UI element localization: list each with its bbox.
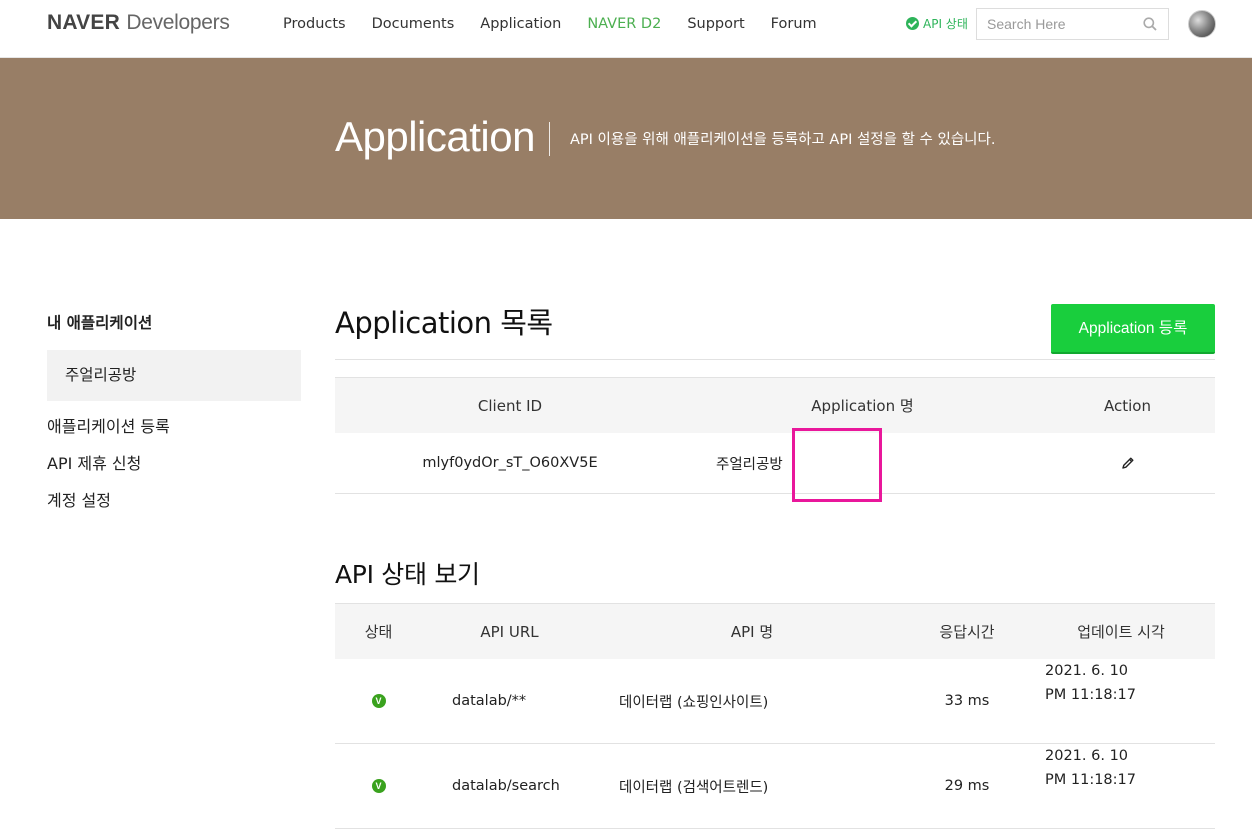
hero-title: Application — [335, 113, 535, 160]
status-cell: V — [335, 744, 422, 828]
api-url-cell: datalab/** — [452, 693, 527, 709]
sidebar-title: 내 애플리케이션 — [47, 314, 153, 332]
sidebar-item-jewelry-workshop[interactable]: 주얼리공방 — [47, 350, 301, 401]
client-id-cell: mlyf0ydOr_sT_O60XV5E — [422, 455, 598, 471]
api-status-link[interactable]: API 상태 — [906, 15, 968, 32]
updated-time: PM 11:18:17 — [1045, 687, 1136, 703]
naver-developers-logo[interactable]: NAVER Developers — [47, 10, 230, 35]
sidebar: 내 애플리케이션 주얼리공방 애플리케이션 등록 API 제휴 신청 계정 설정 — [47, 312, 301, 519]
sidebar-item-api-partnership[interactable]: API 제휴 신청 — [47, 445, 301, 482]
api-name-cell: 데이터랩 (검색어트렌드) — [619, 779, 769, 796]
application-table-header: Client ID Application 명 Action — [335, 377, 1215, 433]
response-time-cell: 33 ms — [944, 693, 990, 709]
column-api-url: API URL — [480, 622, 539, 641]
nav-application[interactable]: Application — [480, 15, 561, 33]
nav-forum[interactable]: Forum — [771, 15, 817, 33]
updated-time: PM 11:18:17 — [1045, 772, 1136, 788]
column-api-name: API 명 — [730, 623, 774, 641]
hero-divider — [549, 122, 550, 156]
api-status-table: 상태 API URL API 명 응답시간 업데이트 시각 V datalab/… — [335, 603, 1215, 829]
table-row: V datalab/** 데이터랩 (쇼핑인사이트) 33 ms 2021. 6… — [335, 659, 1215, 744]
nav-naver-d2[interactable]: NAVER D2 — [587, 15, 661, 33]
updated-date: 2021. 6. 10 — [1045, 663, 1129, 679]
nav-products[interactable]: Products — [283, 15, 346, 33]
status-cell: V — [335, 659, 422, 743]
api-status-table-header: 상태 API URL API 명 응답시간 업데이트 시각 — [335, 603, 1215, 659]
title-divider — [335, 359, 1215, 360]
hero-description: API 이용을 위해 애플리케이션을 등록하고 API 설정을 할 수 있습니다… — [570, 132, 996, 148]
column-updated-at: 업데이트 시각 — [1077, 623, 1165, 641]
nav-support[interactable]: Support — [687, 15, 744, 33]
response-time-cell: 29 ms — [944, 778, 990, 794]
table-row: mlyf0ydOr_sT_O60XV5E 주얼리공방 — [335, 433, 1215, 494]
application-table: Client ID Application 명 Action mlyf0ydOr… — [335, 377, 1215, 502]
column-action: Action — [1104, 396, 1151, 415]
api-status-title: API 상태 보기 — [335, 560, 480, 589]
top-navigation-bar: NAVER Developers Products Documents Appl… — [0, 0, 1252, 58]
updated-at-cell: 2021. 6. 10 PM 11:18:17 — [1027, 659, 1215, 743]
column-response-time: 응답시간 — [939, 623, 995, 641]
updated-date: 2021. 6. 10 — [1045, 748, 1129, 764]
register-application-button[interactable]: Application 등록 — [1051, 304, 1215, 354]
search-box — [976, 8, 1169, 40]
column-status: 상태 — [364, 623, 393, 641]
check-circle-icon — [906, 17, 919, 30]
api-status-label: API 상태 — [923, 17, 968, 31]
pencil-icon[interactable] — [1121, 456, 1135, 470]
table-row: V datalab/search 데이터랩 (검색어트렌드) 29 ms 202… — [335, 744, 1215, 829]
status-ok-icon: V — [371, 694, 386, 708]
api-url-cell: datalab/search — [452, 778, 560, 794]
column-client-id: Client ID — [477, 396, 543, 415]
action-cell — [1040, 433, 1215, 493]
main-content: Application 목록 Application 등록 Client ID … — [335, 300, 1215, 829]
search-input[interactable] — [977, 9, 1137, 39]
main-nav: Products Documents Application NAVER D2 … — [283, 15, 843, 33]
application-name-link[interactable]: 주얼리공방 — [685, 433, 1040, 493]
user-avatar[interactable] — [1188, 10, 1216, 38]
api-name-cell: 데이터랩 (쇼핑인사이트) — [619, 694, 769, 711]
sidebar-item-account-settings[interactable]: 계정 설정 — [47, 482, 301, 519]
nav-documents[interactable]: Documents — [372, 15, 455, 33]
logo-brand: NAVER — [47, 11, 120, 34]
column-application-name: Application 명 — [811, 397, 914, 415]
hero-banner: Application API 이용을 위해 애플리케이션을 등록하고 API … — [0, 58, 1252, 219]
sidebar-item-register-app[interactable]: 애플리케이션 등록 — [47, 408, 301, 445]
updated-at-cell: 2021. 6. 10 PM 11:18:17 — [1027, 744, 1215, 828]
search-icon[interactable] — [1143, 17, 1157, 31]
status-ok-icon: V — [371, 779, 386, 793]
logo-sub: Developers — [126, 11, 230, 34]
